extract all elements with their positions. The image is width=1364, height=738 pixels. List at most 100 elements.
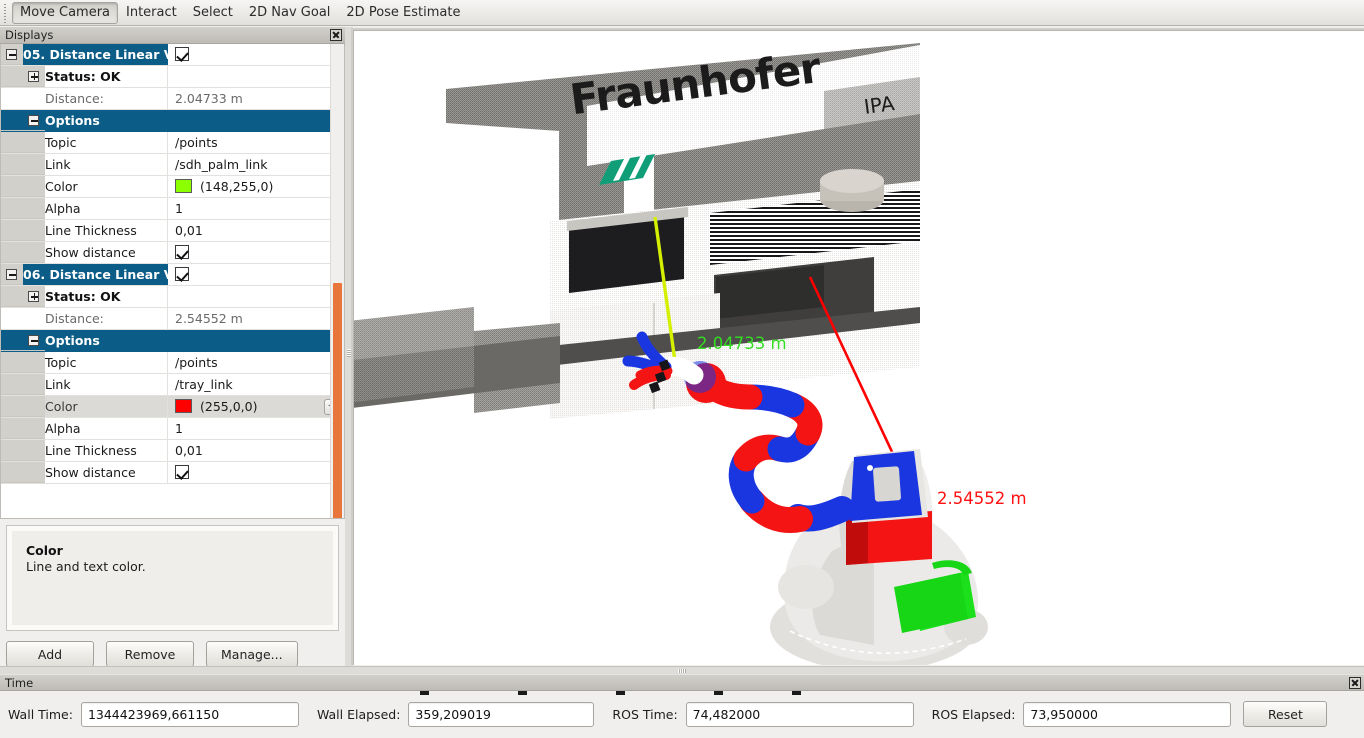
display-06-prop-color-value: (255,0,0) — [200, 399, 257, 414]
display-05-prop-link-value[interactable]: /sdh_palm_link — [168, 154, 345, 175]
remove-button[interactable]: Remove — [106, 641, 194, 667]
display-05-show-distance-checkbox[interactable] — [175, 245, 189, 259]
display-05-prop-alpha[interactable]: Alpha 1 — [1, 198, 345, 220]
description-title: Color — [26, 543, 319, 558]
display-05-prop-color[interactable]: Color (148,255,0) — [1, 176, 345, 198]
tree-gutter — [1, 462, 45, 483]
display-05-prop-alpha-value[interactable]: 1 — [168, 198, 345, 219]
display-06-options-value — [168, 330, 345, 351]
tree-gutter — [1, 198, 45, 219]
tool-select[interactable]: Select — [185, 2, 241, 24]
horizontal-splitter[interactable] — [0, 666, 1364, 674]
display-06-prop-link-value[interactable]: /tray_link — [168, 374, 345, 395]
display-06-prop-show-distance[interactable]: Show distance — [1, 462, 345, 484]
ros-time-label: ROS Time: — [612, 707, 677, 722]
render-view-3d[interactable]: 2.04733 m 2.54552 m Fraunhofer IPA — [353, 30, 1364, 665]
tool-2d-nav-goal[interactable]: 2D Nav Goal — [241, 2, 339, 24]
display-06-prop-line-thickness[interactable]: Line Thickness 0,01 — [1, 440, 345, 462]
display-05-title: 05. Distance Linear V — [1, 44, 168, 65]
display-06-distance-label: Distance: — [1, 308, 168, 329]
add-button[interactable]: Add — [6, 641, 94, 667]
display-06-prop-topic-value[interactable]: /points — [168, 352, 345, 373]
color-swatch-red[interactable] — [175, 399, 192, 413]
display-06-prop-alpha-value[interactable]: 1 — [168, 418, 345, 439]
tool-move-camera[interactable]: Move Camera — [12, 2, 118, 24]
display-05-prop-line-thickness[interactable]: Line Thickness 0,01 — [1, 220, 345, 242]
ros-time-input[interactable]: 74,482000 — [686, 702, 914, 727]
close-icon[interactable] — [330, 29, 342, 41]
reset-button[interactable]: Reset — [1243, 701, 1327, 727]
displays-tree-scroll-thumb[interactable] — [333, 283, 342, 519]
tree-gutter — [1, 132, 45, 153]
robot-model — [354, 31, 1364, 665]
display-06-show-distance-checkbox[interactable] — [175, 465, 189, 479]
displays-tree-scrollbar[interactable] — [330, 44, 344, 518]
expand-icon-display-06-status[interactable] — [28, 291, 39, 302]
color-swatch-green[interactable] — [175, 179, 192, 193]
display-06-title: 06. Distance Linear V — [1, 264, 168, 285]
tool-interact-label: Interact — [126, 5, 177, 20]
display-05-status-row[interactable]: Status: OK — [1, 66, 345, 88]
displays-tree: 05. Distance Linear V Status: OK Distanc… — [1, 44, 345, 484]
display-06-distance-value: 2.54552 m — [168, 308, 345, 329]
expand-icon-display-05-status[interactable] — [28, 71, 39, 82]
splitter-grip-horizontal — [678, 669, 686, 673]
measurement-label-red: 2.54552 m — [937, 489, 1027, 508]
tree-gutter — [1, 418, 45, 439]
displays-panel: Displays 05. Distance Linear V — [0, 27, 345, 667]
tool-2d-pose-estimate-label: 2D Pose Estimate — [346, 5, 460, 20]
time-title: Time — [5, 676, 33, 690]
wall-time-input[interactable]: 1344423969,661150 — [81, 702, 299, 727]
ros-elapsed-input[interactable]: 73,950000 — [1023, 702, 1231, 727]
display-item-06[interactable]: 06. Distance Linear V — [1, 264, 345, 286]
displays-button-bar: Add Remove Manage... — [6, 641, 339, 667]
tool-2d-nav-goal-label: 2D Nav Goal — [249, 5, 331, 20]
robot-head — [850, 449, 928, 523]
display-06-status-row[interactable]: Status: OK — [1, 286, 345, 308]
manage-button[interactable]: Manage... — [206, 641, 298, 667]
display-05-prop-topic[interactable]: Topic /points — [1, 132, 345, 154]
display-05-enable-checkbox[interactable] — [175, 47, 189, 61]
display-05-prop-topic-value[interactable]: /points — [168, 132, 345, 153]
render-view-frame: 2.04733 m 2.54552 m Fraunhofer IPA — [351, 28, 1364, 665]
wall-elapsed-label: Wall Elapsed: — [317, 707, 400, 722]
displays-titlebar: Displays — [0, 27, 345, 44]
collapse-icon-display-05[interactable] — [6, 49, 17, 60]
time-titlebar: Time — [0, 674, 1364, 691]
collapse-icon-display-06[interactable] — [6, 269, 17, 280]
display-05-prop-color-value: (148,255,0) — [200, 179, 273, 194]
display-05-prop-line-thickness-value[interactable]: 0,01 — [168, 220, 345, 241]
description-panel: Color Line and text color. — [6, 525, 339, 631]
display-05-prop-color-cell[interactable]: (148,255,0) — [168, 176, 345, 197]
display-05-distance-value: 2.04733 m — [168, 88, 345, 109]
display-06-enable-checkbox[interactable] — [175, 267, 189, 281]
toolbar-drag-handle[interactable] — [1, 2, 10, 24]
tree-gutter — [1, 440, 45, 461]
main-toolbar: Move Camera Interact Select 2D Nav Goal … — [0, 0, 1364, 26]
display-06-prop-color-cell[interactable]: (255,0,0) ... — [168, 396, 345, 417]
tool-interact[interactable]: Interact — [118, 2, 185, 24]
time-panel: Time Wall Time: 1344423969,661150 Wall E… — [0, 674, 1364, 738]
collapse-icon-display-05-options[interactable] — [28, 115, 39, 126]
tree-gutter — [1, 154, 45, 175]
close-icon[interactable] — [1349, 677, 1361, 689]
display-05-options-row[interactable]: Options — [1, 110, 345, 132]
collapse-icon-display-06-options[interactable] — [28, 335, 39, 346]
display-06-prop-link[interactable]: Link /tray_link — [1, 374, 345, 396]
display-05-prop-link[interactable]: Link /sdh_palm_link — [1, 154, 345, 176]
display-05-prop-show-distance[interactable]: Show distance — [1, 242, 345, 264]
display-06-prop-line-thickness-value[interactable]: 0,01 — [168, 440, 345, 461]
display-05-distance-row[interactable]: Distance: 2.04733 m — [1, 88, 345, 110]
display-06-prop-topic[interactable]: Topic /points — [1, 352, 345, 374]
robot-gripper — [628, 337, 670, 393]
display-06-distance-row[interactable]: Distance: 2.54552 m — [1, 308, 345, 330]
time-ticks — [0, 691, 1364, 701]
display-item-05[interactable]: 05. Distance Linear V — [1, 44, 345, 66]
displays-tree-container: 05. Distance Linear V Status: OK Distanc… — [0, 44, 345, 519]
display-06-prop-alpha[interactable]: Alpha 1 — [1, 418, 345, 440]
tool-2d-pose-estimate[interactable]: 2D Pose Estimate — [338, 2, 468, 24]
display-06-prop-color[interactable]: Color (255,0,0) ... — [1, 396, 345, 418]
tree-gutter — [1, 352, 45, 373]
wall-elapsed-input[interactable]: 359,209019 — [408, 702, 594, 727]
display-06-options-row[interactable]: Options — [1, 330, 345, 352]
